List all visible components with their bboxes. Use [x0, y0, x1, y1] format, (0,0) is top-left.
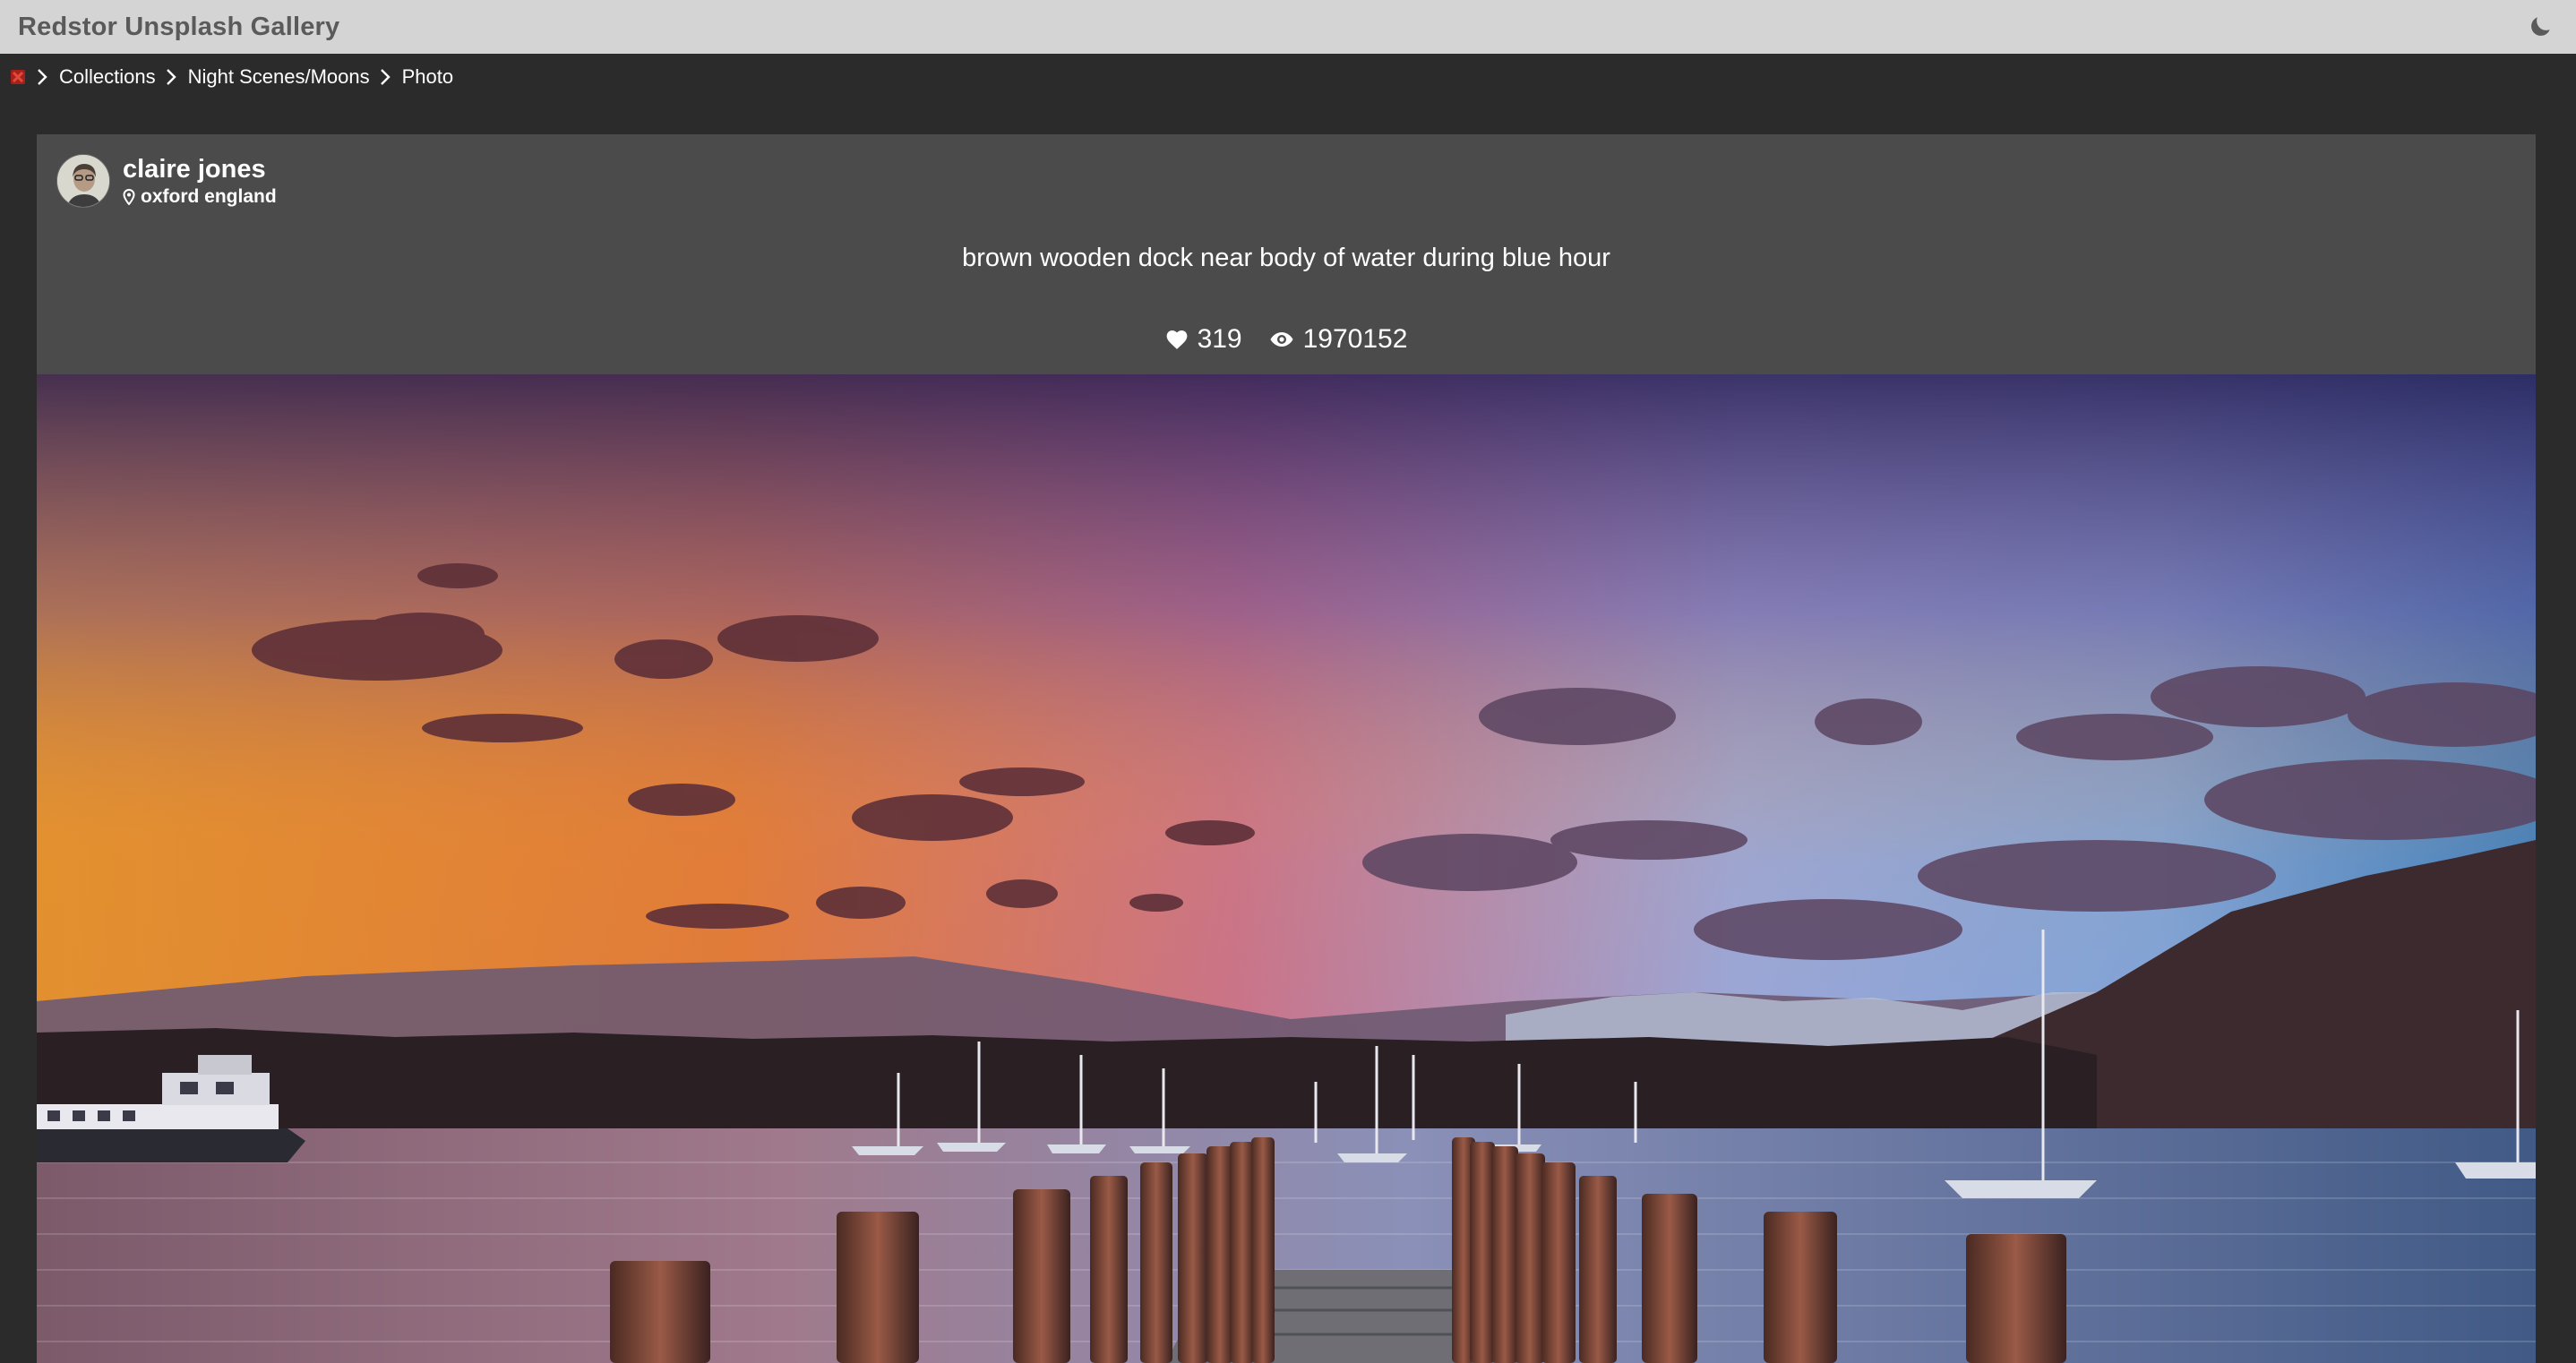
- app-header: Redstor Unsplash Gallery: [0, 0, 2576, 54]
- photo-stats: 319 1970152: [37, 324, 2536, 355]
- likes-stat: 319: [1165, 324, 1242, 355]
- photo-card: claire jones oxford england brown wooden…: [37, 134, 2536, 1363]
- chevron-right-icon: [165, 67, 179, 87]
- home-logo-icon[interactable]: [9, 68, 27, 86]
- app-title[interactable]: Redstor Unsplash Gallery: [18, 13, 339, 42]
- author-name[interactable]: claire jones: [123, 154, 277, 184]
- heart-icon: [1166, 330, 1187, 349]
- breadcrumb-collections[interactable]: Collections: [59, 65, 156, 89]
- breadcrumb-photo: Photo: [401, 65, 454, 88]
- moon-icon: [2531, 17, 2550, 36]
- theme-toggle-button[interactable]: [2522, 9, 2558, 45]
- photo-description: brown wooden dock near body of water dur…: [962, 244, 1610, 272]
- views-count: 1970152: [1302, 324, 1408, 354]
- eye-icon: [1270, 332, 1293, 347]
- author-text: claire jones oxford england: [123, 154, 277, 208]
- author-location: oxford england: [123, 186, 277, 208]
- breadcrumb-night-scenes[interactable]: Night Scenes/Moons: [188, 65, 370, 89]
- avatar[interactable]: [56, 154, 110, 208]
- photo-image[interactable]: [37, 374, 2536, 1363]
- location-pin-icon: [123, 189, 135, 205]
- location-text: oxford england: [141, 186, 277, 207]
- author-info: claire jones oxford england: [56, 154, 277, 208]
- photo-header: claire jones oxford england brown wooden…: [37, 134, 2536, 374]
- chevron-right-icon: [379, 67, 393, 87]
- chevron-right-icon: [36, 67, 50, 87]
- views-stat: 1970152: [1269, 324, 1408, 355]
- likes-count: 319: [1197, 324, 1242, 354]
- breadcrumb: Collections Night Scenes/Moons Photo: [9, 63, 453, 91]
